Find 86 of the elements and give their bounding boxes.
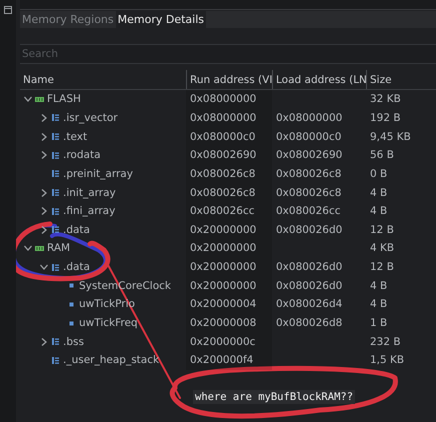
table-cell: 0x080026d0: [276, 224, 342, 236]
table-cell: 232 B: [370, 336, 401, 348]
table-cell: 192 B: [370, 112, 401, 124]
chevron-down-icon[interactable]: [40, 263, 48, 272]
column-header[interactable]: Run address (VI: [186, 70, 272, 89]
table-cell: 0x08000000: [276, 112, 342, 124]
column-header[interactable]: Size: [366, 70, 436, 89]
table-cell: 0x080026d4: [276, 298, 342, 310]
table-cell: 0x08000000: [190, 93, 256, 106]
table-cell: 9,45 KB: [370, 130, 411, 143]
chevron-right-icon[interactable]: [40, 151, 48, 160]
table-cell: 4 B: [370, 186, 388, 199]
table-cell: 0x20000000: [190, 280, 256, 292]
table-cell: 4 KB: [370, 242, 394, 254]
chevron-right-icon[interactable]: [40, 207, 48, 216]
tree-item-label[interactable]: .rodata: [63, 149, 100, 162]
chevron-right-icon[interactable]: [40, 226, 48, 234]
table-cell: 4 B: [370, 298, 388, 310]
tree-item-label[interactable]: FLASH: [47, 93, 81, 106]
table-cell: 0x080026cc: [276, 205, 341, 218]
tree-item-label[interactable]: .fini_array: [63, 205, 116, 218]
table-cell: 0x080000c0: [276, 130, 342, 143]
table-cell: 0x08002690: [190, 149, 256, 162]
tree-item-label[interactable]: .init_array: [63, 186, 116, 199]
table-cell: 0x080026c8: [190, 186, 256, 199]
tree-item-label[interactable]: .bss: [63, 336, 84, 348]
table-cell: 0x080026c8: [276, 186, 342, 199]
chevron-right-icon[interactable]: [40, 132, 48, 141]
table-cell: 0x20000008: [190, 317, 256, 329]
table-cell: 1,5 KB: [370, 354, 404, 366]
square-icon: [67, 318, 76, 328]
memory-chip-icon: [35, 94, 44, 104]
table-cell: 0x080026d0: [276, 261, 342, 274]
tree-item-label[interactable]: .preinit_array: [63, 168, 133, 180]
table-cell: 4 B: [370, 280, 388, 292]
table-cell: 0 B: [370, 168, 388, 180]
tree-item-label[interactable]: .data: [63, 224, 90, 236]
table-cell: 12 B: [370, 261, 394, 274]
tree-item-label[interactable]: RAM: [47, 242, 70, 254]
list-icon: [51, 225, 60, 234]
chevron-right-icon[interactable]: [40, 338, 48, 346]
table-cell: 0x08002690: [276, 149, 342, 162]
list-icon: [51, 169, 60, 178]
square-icon: [67, 281, 76, 290]
chevron-down-icon[interactable]: [24, 95, 32, 104]
table-cell: 0x2000000c: [190, 336, 256, 348]
table-cell: 0x20000000: [190, 242, 256, 254]
tree-item-label[interactable]: uwTickFreq: [79, 317, 138, 329]
list-icon: [51, 206, 60, 216]
table-cell: 0x080026d0: [276, 280, 342, 292]
table-cell: 0x080026cc: [190, 205, 255, 218]
tab[interactable]: Memory Details: [116, 11, 206, 28]
annotation-text: where are myBufBlockRAM??: [193, 390, 356, 404]
list-icon: [51, 262, 60, 272]
list-icon: [51, 113, 60, 122]
table-cell: 0x080000c0: [190, 130, 256, 143]
column-header[interactable]: Name: [20, 70, 186, 89]
table-cell: 0x080026c8: [190, 168, 256, 180]
list-icon: [51, 356, 60, 365]
table-cell: 4 B: [370, 205, 388, 218]
table-cell: 0x20000000: [190, 261, 256, 274]
tree-item-label[interactable]: .data: [63, 261, 90, 274]
table-cell: 0x20000004: [190, 298, 256, 310]
table-cell: 0x080026d8: [276, 317, 342, 329]
list-icon: [51, 150, 60, 160]
tree-item-label[interactable]: .text: [63, 130, 88, 143]
table-cell: 56 B: [370, 149, 394, 162]
list-icon: [51, 132, 60, 142]
table-cell: 1 B: [370, 317, 388, 329]
tree-item-label[interactable]: ._user_heap_stack: [63, 354, 160, 366]
table-cell: 12 B: [370, 224, 394, 236]
chevron-down-icon[interactable]: [24, 244, 32, 252]
chevron-right-icon[interactable]: [40, 188, 48, 197]
list-icon: [51, 188, 60, 198]
table-cell: 0x080026c8: [276, 168, 342, 180]
table-cell: 0x20000000: [190, 224, 256, 236]
panel-icon[interactable]: [4, 6, 12, 14]
table-cell: 0x200000f4: [190, 354, 254, 366]
column-header[interactable]: Load address (LN: [272, 70, 366, 89]
tree-item-label[interactable]: .isr_vector: [63, 112, 118, 124]
memory-chip-icon: [35, 244, 44, 253]
table-cell: 0x08000000: [190, 112, 256, 124]
square-icon: [67, 300, 76, 309]
chevron-right-icon[interactable]: [40, 114, 48, 122]
list-icon: [51, 337, 60, 346]
table-cell: 32 KB: [370, 93, 401, 106]
